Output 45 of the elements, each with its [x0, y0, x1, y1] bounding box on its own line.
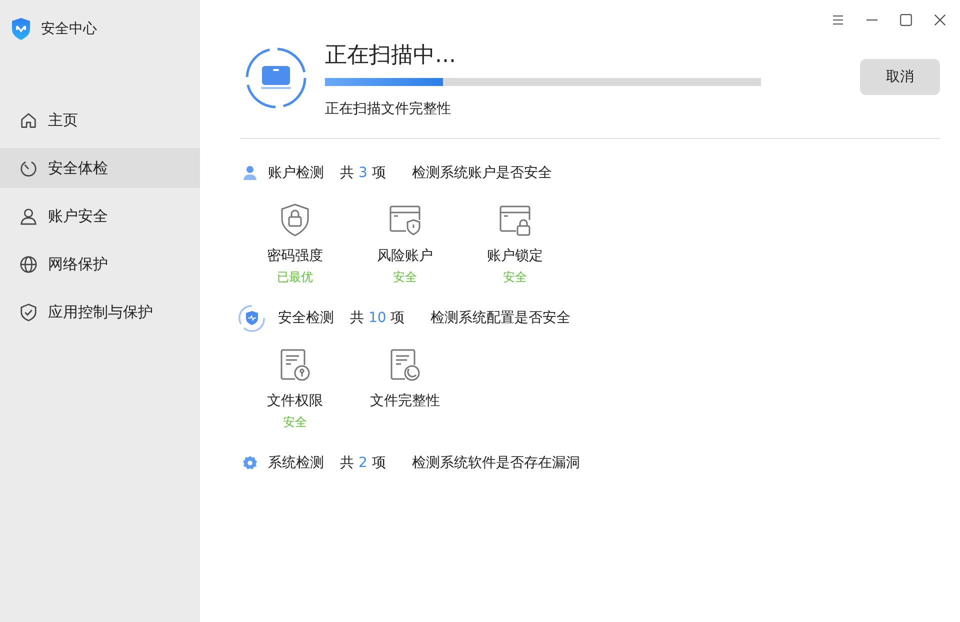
- section-title: 系统检测: [268, 454, 324, 472]
- sidebar-item[interactable]: 主页: [0, 100, 200, 140]
- sidebar-item[interactable]: 应用控制与保护: [0, 292, 200, 332]
- sidebar-item[interactable]: 账户安全: [0, 196, 200, 236]
- menu-icon[interactable]: [832, 14, 844, 26]
- item-count: 共 3 项: [340, 164, 386, 182]
- item-count: 共 2 项: [340, 454, 386, 472]
- check-item-label: 密码强度: [267, 247, 323, 265]
- document-lock-icon: [279, 348, 311, 382]
- gear-icon: [242, 455, 258, 471]
- card-lock-icon: [499, 203, 531, 237]
- check-status: 安全: [393, 269, 417, 286]
- close-icon[interactable]: [934, 14, 946, 26]
- check-status: 已最优: [277, 269, 313, 286]
- card-shield-icon: [389, 203, 421, 237]
- check-item-label: 账户锁定: [487, 247, 543, 265]
- sidebar-item[interactable]: 网络保护: [0, 244, 200, 284]
- section-title: 账户检测: [268, 164, 324, 182]
- scan-title: 正在扫描中...: [325, 42, 457, 70]
- document-clock-icon: [389, 348, 421, 382]
- globe-icon: [19, 254, 38, 274]
- shield-check-icon: [19, 302, 38, 322]
- app-title: 安全中心: [41, 20, 97, 38]
- shield-lock-icon: [279, 203, 311, 237]
- section-title: 安全检测: [278, 309, 334, 327]
- section-description: 检测系统账户是否安全: [412, 164, 552, 182]
- check-item-label: 风险账户: [377, 247, 433, 265]
- scanning-laptop-icon: [245, 47, 307, 109]
- timer-icon: [19, 158, 38, 178]
- check-item-label: 文件完整性: [370, 392, 440, 410]
- check-status: 安全: [503, 269, 527, 286]
- shield-logo-icon: [11, 17, 31, 41]
- scan-status: 正在扫描文件完整性: [325, 100, 452, 118]
- sidebar-item[interactable]: 安全体检: [0, 148, 200, 188]
- section-description: 检测系统软件是否存在漏洞: [412, 454, 580, 472]
- maximize-icon[interactable]: [900, 14, 912, 26]
- person-icon: [19, 206, 38, 226]
- item-count: 共 10 项: [350, 309, 405, 327]
- home-icon: [19, 110, 38, 130]
- check-status: 安全: [283, 414, 307, 431]
- check-item-label: 文件权限: [267, 392, 323, 410]
- section-description: 检测系统配置是否安全: [430, 309, 571, 327]
- scanning-shield-icon: [238, 304, 266, 332]
- cancel-button[interactable]: 取消: [860, 59, 940, 95]
- person-icon: [242, 165, 258, 181]
